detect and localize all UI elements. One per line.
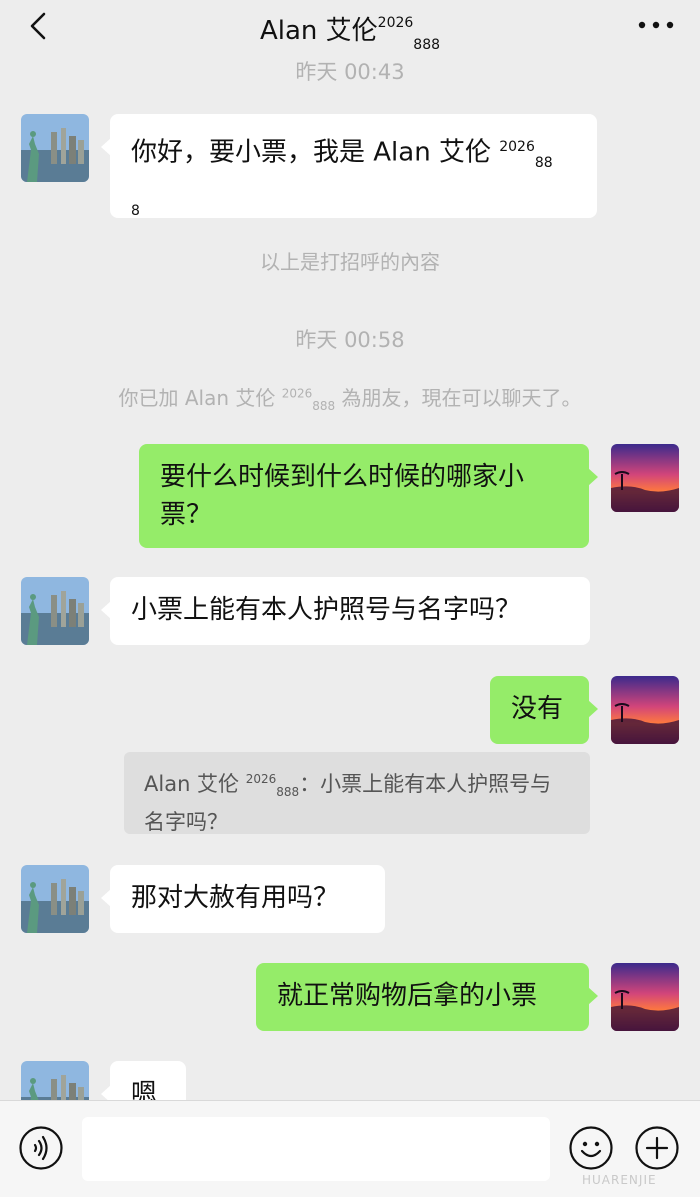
contact-name: Alan 艾伦 bbox=[259, 16, 378, 46]
notice-sup: 2026 bbox=[281, 386, 313, 401]
message-bubble-incoming[interactable]: 嗯 bbox=[101, 1061, 186, 1100]
my-avatar[interactable] bbox=[611, 444, 679, 512]
input-bar: HUARENJIE bbox=[0, 1100, 700, 1197]
message-text-sup: 2026 bbox=[499, 139, 535, 155]
message-text: 没有 bbox=[511, 694, 564, 724]
message-text: 你好，要小票，我是 Alan 艾伦 bbox=[131, 137, 500, 168]
message-text-sub: 88 bbox=[534, 154, 553, 171]
chat-area[interactable]: 昨天 00:43 你好，要小票，我是 Alan 艾伦 202688 8 以上是打招… bbox=[0, 0, 700, 1100]
message-bubble-incoming[interactable]: 那对大赦有用吗？ bbox=[101, 865, 385, 933]
watermark: HUARENJIE bbox=[582, 1173, 657, 1187]
message-bubble-incoming[interactable]: 你好，要小票，我是 Alan 艾伦 202688 8 bbox=[101, 114, 597, 220]
my-avatar[interactable] bbox=[611, 963, 679, 1031]
contact-name-sub: 888 bbox=[413, 37, 441, 54]
quote-sup: 2026 bbox=[245, 772, 277, 786]
quote-author: Alan 艾伦 bbox=[144, 772, 246, 796]
contact-avatar[interactable] bbox=[21, 865, 89, 933]
contact-name-sup: 2026 bbox=[377, 15, 414, 32]
message-bubble-outgoing[interactable]: 就正常购物后拿的小票 bbox=[256, 963, 598, 1031]
notice-sub: 888 bbox=[312, 399, 336, 413]
contact-avatar[interactable] bbox=[21, 114, 89, 182]
message-text: 就正常购物后拿的小票 bbox=[277, 981, 538, 1011]
more-icon[interactable] bbox=[634, 10, 678, 40]
navigation-bar: Alan 艾伦2026 888 bbox=[0, 0, 700, 58]
message-bubble-incoming[interactable]: 小票上能有本人护照号与名字吗？ bbox=[101, 577, 590, 645]
contact-avatar[interactable] bbox=[21, 577, 89, 645]
plus-icon[interactable] bbox=[634, 1125, 680, 1171]
quote-sub: 888 bbox=[276, 785, 300, 800]
message-text: 要什么时候到什么时候的哪家小票？ bbox=[160, 462, 525, 530]
message-text: 小票上能有本人护照号与名字吗？ bbox=[131, 595, 522, 625]
notice-text: 你已加 Alan 艾伦 bbox=[118, 386, 282, 410]
greeting-note: 以上是打招呼的內容 bbox=[260, 250, 440, 274]
quoted-message[interactable]: Alan 艾伦 2026888：小票上能有本人护照号与名字吗？ bbox=[124, 752, 590, 834]
emoji-icon[interactable] bbox=[568, 1125, 614, 1171]
message-text: 那对大赦有用吗？ bbox=[131, 883, 340, 913]
friend-added-notice: 你已加 Alan 艾伦 2026888 為朋友，現在可以聊天了。 bbox=[0, 382, 700, 413]
timestamp: 昨天 00:58 bbox=[295, 328, 405, 352]
message-text: 嗯 bbox=[131, 1079, 158, 1100]
voice-icon[interactable] bbox=[18, 1125, 64, 1171]
message-bubble-outgoing[interactable]: 要什么时候到什么时候的哪家小票？ bbox=[139, 444, 598, 548]
message-bubble-outgoing[interactable]: 没有 bbox=[490, 676, 598, 744]
message-input[interactable] bbox=[82, 1117, 550, 1181]
chat-title: Alan 艾伦2026 888 bbox=[0, 10, 700, 53]
my-avatar[interactable] bbox=[611, 676, 679, 744]
notice-text: 為朋友，現在可以聊天了。 bbox=[335, 386, 582, 410]
timestamp: 昨天 00:43 bbox=[295, 60, 405, 84]
contact-avatar[interactable] bbox=[21, 1061, 89, 1100]
message-text-sub: 8 bbox=[131, 203, 140, 220]
